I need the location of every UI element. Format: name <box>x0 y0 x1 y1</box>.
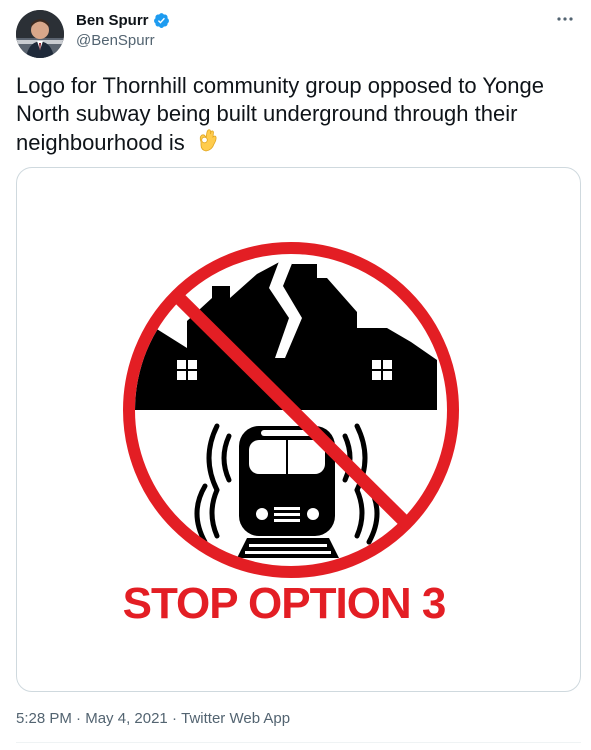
author-name-row: Ben Spurr <box>76 10 170 30</box>
tweet: Ben Spurr @BenSpurr Logo for Thornhill c… <box>0 0 591 750</box>
tweet-date[interactable]: May 4, 2021 <box>85 710 168 727</box>
verified-badge-icon <box>153 12 169 28</box>
divider <box>16 742 581 743</box>
tweet-time[interactable]: 5:28 PM <box>16 710 72 727</box>
author-name[interactable]: Ben Spurr <box>76 12 149 29</box>
tweet-text: Logo for Thornhill community group oppos… <box>16 72 581 157</box>
stop-option-3-logo: STOP OPTION 3 <box>123 242 459 628</box>
more-options-button[interactable] <box>551 8 579 30</box>
avatar-image <box>16 10 64 58</box>
more-dots-icon <box>557 17 573 21</box>
meta-separator-1: · <box>71 710 86 727</box>
author-handle[interactable]: @BenSpurr <box>76 32 155 49</box>
tweet-text-body: Logo for Thornhill community group oppos… <box>16 73 551 155</box>
tweet-source[interactable]: Twitter Web App <box>181 710 290 727</box>
meta-separator-2: · <box>167 710 182 727</box>
avatar[interactable] <box>16 10 64 58</box>
tweet-image[interactable]: STOP OPTION 3 <box>16 167 581 692</box>
ok-hand-emoji-icon <box>199 129 217 152</box>
tweet-meta: 5:28 PM · May 4, 2021 · Twitter Web App <box>16 710 290 727</box>
logo-text: STOP OPTION 3 <box>123 579 446 628</box>
